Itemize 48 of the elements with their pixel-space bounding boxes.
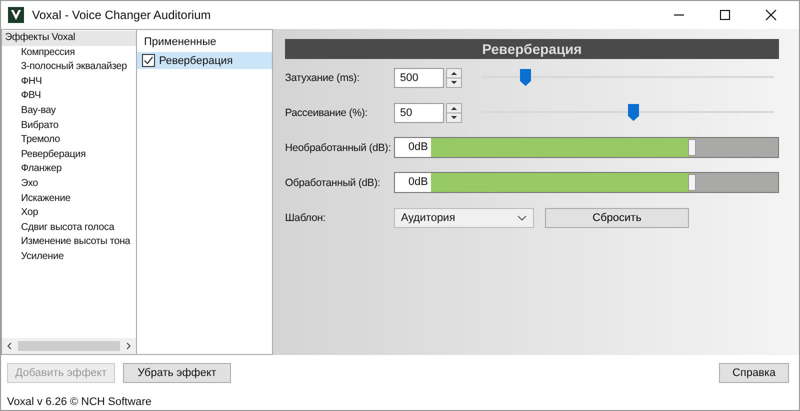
tree-item[interactable]: Усиление [2,250,64,264]
applied-effect-item[interactable]: Реверберация [137,52,272,69]
close-icon[interactable] [765,9,777,21]
number-field[interactable]: 500 [394,68,444,88]
checkbox[interactable] [142,54,155,67]
tree-item[interactable]: Эхо [2,176,38,192]
action-button[interactable]: Справка [719,363,789,383]
tree-item[interactable]: 3-полосный эквалайзер [2,60,127,75]
tree-item[interactable]: Сдвиг высота голоса [2,220,114,236]
status-text: Voxal v 6.26 © NCH Software [7,396,152,408]
horizontal-scrollbar[interactable] [2,338,136,354]
preset-dropdown[interactable]: Аудитория [394,208,534,228]
slider-thumb[interactable] [628,104,639,121]
maximize-icon[interactable] [719,9,731,21]
slider-thumb[interactable] [520,69,531,86]
tree-item[interactable]: Эффекты Voxal [2,31,136,46]
tree-item[interactable]: Компрессия [2,46,75,60]
parameter-label: Необработанный (dB): [285,142,392,154]
parameter-label: Затухание (ms): [285,72,360,84]
scroll-right-icon[interactable] [124,342,132,350]
effect-title: Реверберация [285,39,779,59]
chevron-down-icon [517,214,527,220]
v-logo-icon [8,7,24,23]
tree-item[interactable]: ФВЧ [2,89,41,104]
spinner-arrows-icon[interactable] [446,68,462,88]
tree-item[interactable]: Вау-вау [2,104,56,119]
tree-item[interactable]: Вибрато [2,118,59,134]
preset-label: Шаблон: [285,212,326,224]
spinner-arrows-icon[interactable] [446,102,462,122]
gain-slider[interactable]: 0dB [394,172,779,193]
tree-item[interactable]: Изменение высоты тона [2,235,130,250]
scroll-left-icon[interactable] [6,342,14,350]
number-field[interactable]: 50 [394,102,444,122]
parameter-label: Рассеивание (%): [285,106,368,118]
tree-item[interactable]: Тремоло [2,133,60,148]
parameter-label: Обработанный (dB): [285,176,382,188]
tree-item[interactable]: Искажение [2,192,70,206]
action-button[interactable]: Убрать эффект [123,363,231,383]
gain-value: 0dB [395,138,431,157]
window-title: Voxal - Voice Changer Auditorium [32,8,212,22]
applied-heading: Примененные [143,36,218,50]
tree-item[interactable]: Фланжер [2,162,62,177]
tree-item[interactable]: ФНЧ [2,74,42,90]
tree-item[interactable]: Реверберация [2,148,86,162]
reset-button[interactable]: Сбросить [545,208,689,228]
gain-slider[interactable]: 0dB [394,137,779,158]
gain-value: 0dB [395,173,431,192]
tree-item[interactable]: Хор [2,206,38,221]
